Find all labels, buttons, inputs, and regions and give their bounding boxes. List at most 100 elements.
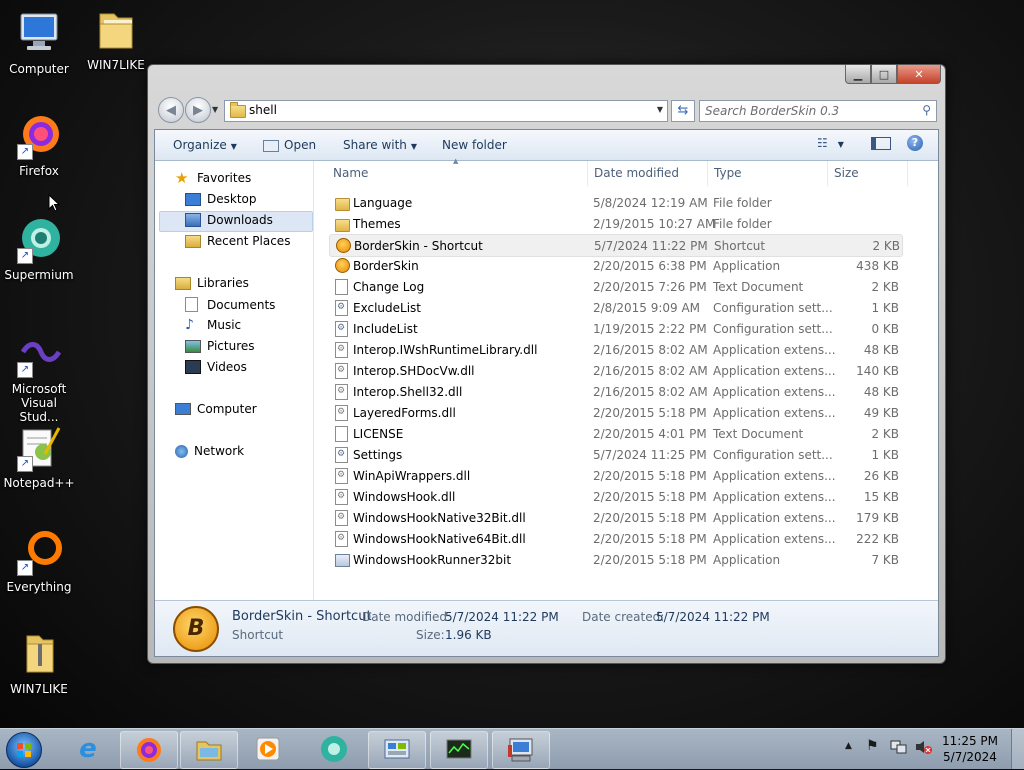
desktop-icon-notepadpp[interactable]: ↗ Notepad++ xyxy=(1,424,77,490)
file-name: BorderSkin xyxy=(353,259,419,273)
taskbar-media-player[interactable] xyxy=(240,731,296,767)
column-separator xyxy=(827,161,828,186)
shortcut-arrow-icon: ↗ xyxy=(17,560,33,576)
file-row[interactable]: WindowsHook.dll 2/20/2015 5:18 PM Applicat… xyxy=(329,486,901,507)
file-row[interactable]: Interop.Shell32.dll 2/16/2015 8:02 AM Appl… xyxy=(329,381,901,402)
maximize-button[interactable]: □ xyxy=(871,65,897,84)
file-row[interactable]: WindowsHookNative32Bit.dll 2/20/2015 5:18… xyxy=(329,507,901,528)
file-type: Configuration sett... xyxy=(713,301,833,315)
file-row[interactable]: ExcludeList 2/8/2015 9:09 AM Configuration… xyxy=(329,297,901,318)
desktop-icon-win7like-zip[interactable]: WIN7LIKE xyxy=(1,630,77,696)
search-box[interactable]: Search BorderSkin 0.3 ⚲ xyxy=(699,100,937,122)
address-dropdown-icon[interactable]: ▼ xyxy=(657,105,663,114)
preview-pane-icon xyxy=(871,137,891,150)
address-bar[interactable]: shell ▼ xyxy=(224,100,668,122)
help-button[interactable]: ? xyxy=(907,135,923,151)
minimize-button[interactable]: ▁ xyxy=(845,65,871,84)
forward-button[interactable]: ▶ xyxy=(185,97,211,123)
taskbar-supermium[interactable] xyxy=(306,731,362,767)
file-row[interactable]: Interop.SHDocVw.dll 2/16/2015 8:02 AM Appl… xyxy=(329,360,901,381)
details-file-name: BorderSkin - Shortcut xyxy=(232,609,372,624)
nav-videos[interactable]: Videos xyxy=(185,360,247,374)
file-row[interactable]: IncludeList 1/19/2015 2:22 PM Configuratio… xyxy=(329,318,901,339)
taskbar-control-panel[interactable] xyxy=(368,731,426,769)
file-row[interactable]: LICENSE 2/20/2015 4:01 PM Text Document 2 K… xyxy=(329,423,901,444)
show-desktop-button[interactable] xyxy=(1011,729,1024,769)
desktop-icon-label: Firefox xyxy=(19,164,59,178)
desktop-icon-visual-studio[interactable]: ↗ Microsoft Visual Stud... xyxy=(1,330,77,424)
nav-network[interactable]: Network xyxy=(175,444,244,458)
recent-places-icon xyxy=(185,234,201,248)
close-button[interactable]: ✕ xyxy=(897,65,941,84)
file-row[interactable]: BorderSkin - Shortcut 5/7/2024 11:22 PM Sh… xyxy=(329,234,903,257)
start-button[interactable] xyxy=(6,732,42,768)
share-with-button[interactable]: Share with ▼ xyxy=(343,138,417,152)
nav-computer[interactable]: Computer xyxy=(175,402,257,416)
back-button[interactable]: ◀ xyxy=(158,97,184,123)
dll-file-icon xyxy=(335,468,348,484)
file-row[interactable]: WinApiWrappers.dll 2/20/2015 5:18 PM Appli… xyxy=(329,465,901,486)
desktop-icon-everything[interactable]: ↗ Everything xyxy=(1,528,77,594)
desktop-icon-supermium[interactable]: ↗ Supermium xyxy=(1,216,77,282)
taskbar-internet-explorer[interactable]: e xyxy=(60,731,116,767)
file-row[interactable]: Settings 5/7/2024 11:25 PM Configuration s… xyxy=(329,444,901,465)
nav-documents[interactable]: Documents xyxy=(185,297,275,312)
column-header-date[interactable]: Date modified xyxy=(594,166,679,180)
file-row[interactable]: Change Log 2/20/2015 7:26 PM Text Document… xyxy=(329,276,901,297)
desktop-icon-label: Microsoft Visual Stud... xyxy=(11,382,67,424)
nav-pictures[interactable]: Pictures xyxy=(185,339,255,353)
preview-pane-button[interactable] xyxy=(871,137,891,153)
new-folder-button[interactable]: New folder xyxy=(442,138,507,152)
taskbar-firefox[interactable] xyxy=(120,731,178,769)
network-status-icon[interactable] xyxy=(890,739,908,758)
nav-downloads[interactable]: Downloads xyxy=(185,213,273,227)
nav-label: Libraries xyxy=(197,276,249,290)
refresh-button[interactable]: ⇆ xyxy=(671,100,695,122)
desktop-icon-computer[interactable]: Computer xyxy=(1,10,77,76)
desktop-icon-win7like-folder[interactable]: WIN7LIKE xyxy=(78,6,154,72)
nav-music[interactable]: ♪ Music xyxy=(185,318,241,332)
column-header-size[interactable]: Size xyxy=(834,166,859,180)
dll-file-icon xyxy=(335,489,348,505)
nav-label: Videos xyxy=(207,360,247,374)
search-icon[interactable]: ⚲ xyxy=(922,103,931,117)
file-size: 1 KB xyxy=(871,301,899,315)
taskbar-device-manager[interactable] xyxy=(492,731,550,769)
details-created-value: 5/7/2024 11:22 PM xyxy=(656,610,770,624)
nav-favorites[interactable]: ★ Favorites xyxy=(175,171,251,186)
refresh-icon: ⇆ xyxy=(677,103,689,118)
file-row[interactable]: Themes 2/19/2015 10:27 AM File folder xyxy=(329,213,901,234)
details-size-label: Size: xyxy=(416,628,445,642)
tray-overflow-icon[interactable]: ▲ xyxy=(845,741,852,751)
file-type: Application extens... xyxy=(713,343,836,357)
file-row[interactable]: Language 5/8/2024 12:19 AM File folder xyxy=(329,192,901,213)
volume-muted-icon[interactable] xyxy=(914,739,932,758)
desktop-icon-firefox[interactable]: ↗ Firefox xyxy=(1,112,77,178)
file-row[interactable]: WindowsHookNative64Bit.dll 2/20/2015 5:18… xyxy=(329,528,901,549)
column-header-name[interactable]: Name xyxy=(333,166,368,180)
recent-pages-dropdown[interactable]: ▼ xyxy=(212,105,218,114)
nav-recent-places[interactable]: Recent Places xyxy=(185,234,290,248)
column-header-type[interactable]: Type xyxy=(714,166,742,180)
address-text[interactable]: shell xyxy=(249,103,277,117)
file-row[interactable]: BorderSkin 2/20/2015 6:38 PM Application 43… xyxy=(329,255,901,276)
taskbar-task-manager[interactable] xyxy=(430,731,488,769)
file-name: Change Log xyxy=(353,280,425,294)
organize-button[interactable]: Organize ▼ xyxy=(173,138,237,152)
file-row[interactable]: LayeredForms.dll 2/20/2015 5:18 PM Applica… xyxy=(329,402,901,423)
taskbar-explorer[interactable] xyxy=(180,731,238,769)
borderskin-shortcut-large-icon: B xyxy=(173,606,219,652)
file-size: 48 KB xyxy=(863,385,899,399)
open-button[interactable]: Open xyxy=(263,138,316,152)
file-row[interactable]: Interop.IWshRuntimeLibrary.dll 2/16/2015 … xyxy=(329,339,901,360)
desktop-icon xyxy=(185,192,201,206)
task-manager-icon xyxy=(446,739,472,759)
system-clock[interactable]: 11:25 PM 5/7/2024 xyxy=(942,733,998,765)
device-manager-icon xyxy=(508,738,533,762)
nav-libraries[interactable]: Libraries xyxy=(175,276,249,290)
command-bar: Organize ▼ Open Share with ▼ New folder ☷ ▼… xyxy=(155,130,938,161)
nav-desktop[interactable]: Desktop xyxy=(185,192,257,206)
change-view-button[interactable]: ☷ ▼ xyxy=(817,136,844,150)
file-row[interactable]: WindowsHookRunner32bit 2/20/2015 5:18 PM A… xyxy=(329,549,901,570)
action-center-flag-icon[interactable]: ⚑ xyxy=(866,738,879,754)
